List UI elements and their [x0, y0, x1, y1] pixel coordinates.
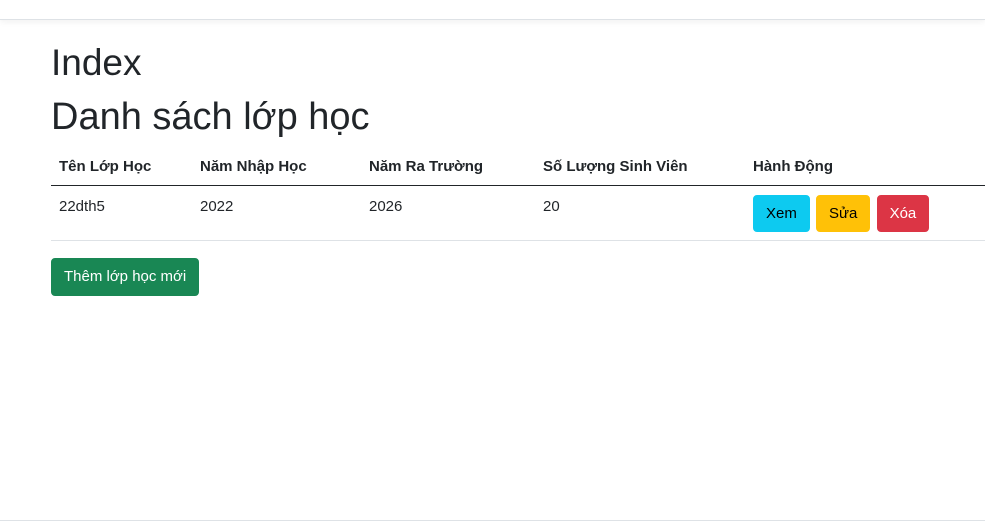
add-class-button[interactable]: Thêm lớp học mới — [51, 258, 200, 296]
section-heading: Danh sách lớp học — [51, 96, 370, 138]
cell-actions: Xem Sửa Xóa — [745, 185, 985, 241]
footer-divider — [0, 520, 985, 521]
table-header-row: Tên Lớp Học Năm Nhập Học Năm Ra Trường S… — [51, 148, 985, 186]
column-header-graduation-year: Năm Ra Trường — [361, 148, 535, 186]
view-button[interactable]: Xem — [753, 194, 810, 232]
column-header-actions: Hành Động — [745, 148, 985, 186]
page-title: Index — [51, 42, 142, 83]
column-header-class-name: Tên Lớp Học — [51, 148, 192, 186]
cell-graduation-year: 2026 — [361, 185, 535, 241]
table-row: 22dth5 2022 2026 20 Xem Sửa Xóa — [51, 185, 985, 241]
column-header-student-count: Số Lượng Sinh Viên — [535, 148, 745, 186]
cell-class-name: 22dth5 — [51, 185, 192, 241]
cell-enroll-year: 2022 — [192, 185, 361, 241]
top-navbar — [0, 0, 985, 20]
delete-button[interactable]: Xóa — [876, 194, 930, 232]
classes-table: Tên Lớp Học Năm Nhập Học Năm Ra Trường S… — [51, 148, 985, 241]
column-header-enroll-year: Năm Nhập Học — [192, 148, 361, 186]
edit-button[interactable]: Sửa — [816, 194, 871, 232]
cell-student-count: 20 — [535, 185, 745, 241]
